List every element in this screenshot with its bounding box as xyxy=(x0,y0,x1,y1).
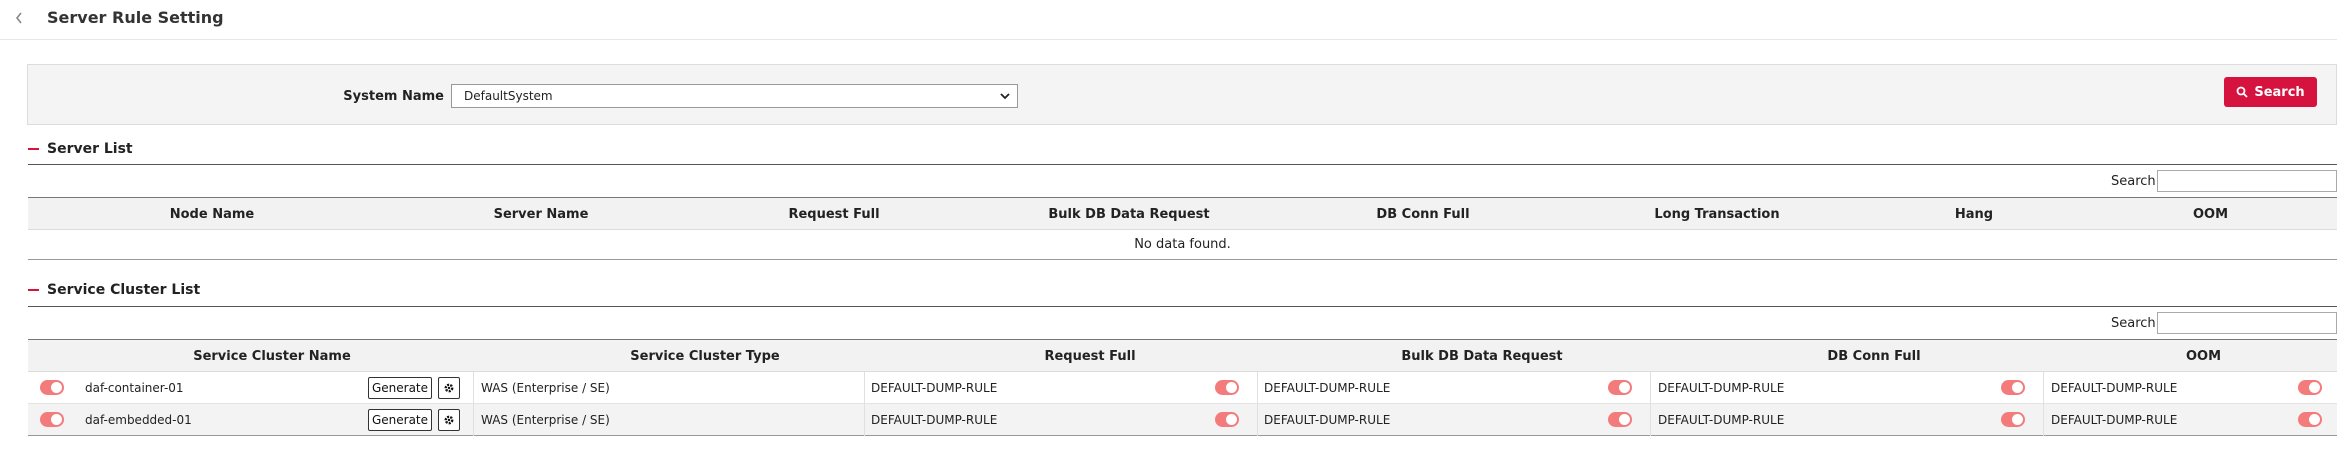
search-icon xyxy=(2236,86,2248,98)
toggle-knob xyxy=(51,414,62,425)
db-conn-rule: DEFAULT-DUMP-RULE xyxy=(1658,381,1785,395)
column-header[interactable]: DB Conn Full xyxy=(1678,340,2070,373)
oom-toggle[interactable] xyxy=(2298,380,2322,395)
section-divider xyxy=(28,306,2337,307)
system-name-label: System Name xyxy=(343,89,444,104)
column-divider xyxy=(1257,404,1258,436)
table-row: daf-container-01 Generate WAS (Enterpris… xyxy=(28,372,2337,404)
service-cluster-name: daf-embedded-01 xyxy=(85,413,192,427)
page-title: Server Rule Setting xyxy=(47,8,224,27)
request-full-toggle[interactable] xyxy=(1215,412,1239,427)
column-divider xyxy=(473,404,474,436)
generate-button[interactable]: Generate xyxy=(368,409,432,431)
section-dash xyxy=(28,289,39,291)
row-enable-toggle[interactable] xyxy=(40,412,64,427)
column-divider xyxy=(1650,404,1651,436)
column-header[interactable]: Node Name xyxy=(28,198,396,231)
server-list-header: Node Name Server Name Request Full Bulk … xyxy=(28,197,2337,230)
service-cluster-name: daf-container-01 xyxy=(85,381,184,395)
table-row: daf-embedded-01 Generate WAS (Enterprise… xyxy=(28,404,2337,436)
gear-icon xyxy=(444,383,454,393)
bulk-db-rule: DEFAULT-DUMP-RULE xyxy=(1264,381,1391,395)
toggle-knob xyxy=(2309,382,2320,393)
service-cluster-list-title: Service Cluster List xyxy=(28,282,200,298)
column-header[interactable]: Server Name xyxy=(396,198,686,231)
cluster-list-search-label: Search xyxy=(2111,315,2156,331)
top-bar: Server Rule Setting xyxy=(0,0,2337,40)
gear-icon xyxy=(444,415,454,425)
server-list-search-label: Search xyxy=(2111,173,2156,189)
request-full-rule: DEFAULT-DUMP-RULE xyxy=(871,413,998,427)
column-header[interactable]: OOM xyxy=(2084,198,2337,231)
db-conn-toggle[interactable] xyxy=(2001,380,2025,395)
column-header[interactable]: DB Conn Full xyxy=(1276,198,1570,231)
column-divider xyxy=(864,404,865,436)
service-cluster-type: WAS (Enterprise / SE) xyxy=(481,381,610,395)
cluster-list-search: Search xyxy=(2111,312,2337,334)
bulk-db-rule: DEFAULT-DUMP-RULE xyxy=(1264,413,1391,427)
column-divider xyxy=(473,372,474,404)
toggle-knob xyxy=(1226,382,1237,393)
generate-button[interactable]: Generate xyxy=(368,377,432,399)
oom-rule: DEFAULT-DUMP-RULE xyxy=(2051,381,2178,395)
column-divider xyxy=(2043,404,2044,436)
server-list-title-text: Server List xyxy=(47,141,133,157)
column-divider xyxy=(1257,372,1258,404)
cluster-list-search-input[interactable] xyxy=(2157,312,2337,334)
column-header[interactable]: Hang xyxy=(1864,198,2084,231)
bulk-db-toggle[interactable] xyxy=(1608,412,1632,427)
server-list-title: Server List xyxy=(28,141,133,157)
column-header[interactable]: OOM xyxy=(2070,340,2337,373)
cluster-list-header: Service Cluster Name Service Cluster Typ… xyxy=(28,339,2337,372)
section-divider xyxy=(28,164,2337,165)
toggle-knob xyxy=(2309,414,2320,425)
toggle-knob xyxy=(1619,414,1630,425)
server-list-search-input[interactable] xyxy=(2157,170,2337,192)
column-header[interactable]: Bulk DB Data Request xyxy=(1286,340,1678,373)
chevron-left-icon xyxy=(15,12,22,24)
settings-button[interactable] xyxy=(438,377,460,399)
column-header[interactable]: Bulk DB Data Request xyxy=(982,198,1276,231)
toggle-knob xyxy=(1226,414,1237,425)
column-header[interactable]: Request Full xyxy=(894,340,1286,373)
empty-message: No data found. xyxy=(28,230,2337,260)
row-enable-toggle[interactable] xyxy=(40,380,64,395)
bulk-db-toggle[interactable] xyxy=(1608,380,1632,395)
column-header[interactable]: Service Cluster Type xyxy=(516,340,894,373)
column-divider xyxy=(864,372,865,404)
request-full-rule: DEFAULT-DUMP-RULE xyxy=(871,381,998,395)
column-header[interactable]: Long Transaction xyxy=(1570,198,1864,231)
back-button[interactable] xyxy=(8,6,30,30)
search-panel: System Name DefaultSystem Search xyxy=(27,64,2337,125)
chevron-down-icon xyxy=(1000,93,1010,100)
toggle-knob xyxy=(51,382,62,393)
column-header[interactable]: Request Full xyxy=(686,198,982,231)
column-header[interactable]: Service Cluster Name xyxy=(28,340,516,373)
column-divider xyxy=(2043,372,2044,404)
db-conn-rule: DEFAULT-DUMP-RULE xyxy=(1658,413,1785,427)
column-divider xyxy=(1650,372,1651,404)
search-button-label: Search xyxy=(2254,84,2305,100)
oom-rule: DEFAULT-DUMP-RULE xyxy=(2051,413,2178,427)
request-full-toggle[interactable] xyxy=(1215,380,1239,395)
toggle-knob xyxy=(1619,382,1630,393)
db-conn-toggle[interactable] xyxy=(2001,412,2025,427)
service-cluster-list-title-text: Service Cluster List xyxy=(47,282,201,298)
oom-toggle[interactable] xyxy=(2298,412,2322,427)
server-list-search: Search xyxy=(2111,170,2337,192)
toggle-knob xyxy=(2012,414,2023,425)
settings-button[interactable] xyxy=(438,409,460,431)
section-dash xyxy=(28,148,39,150)
system-name-value: DefaultSystem xyxy=(464,89,553,103)
system-name-select[interactable]: DefaultSystem xyxy=(451,84,1018,108)
search-button[interactable]: Search xyxy=(2224,77,2317,107)
toggle-knob xyxy=(2012,382,2023,393)
service-cluster-type: WAS (Enterprise / SE) xyxy=(481,413,610,427)
